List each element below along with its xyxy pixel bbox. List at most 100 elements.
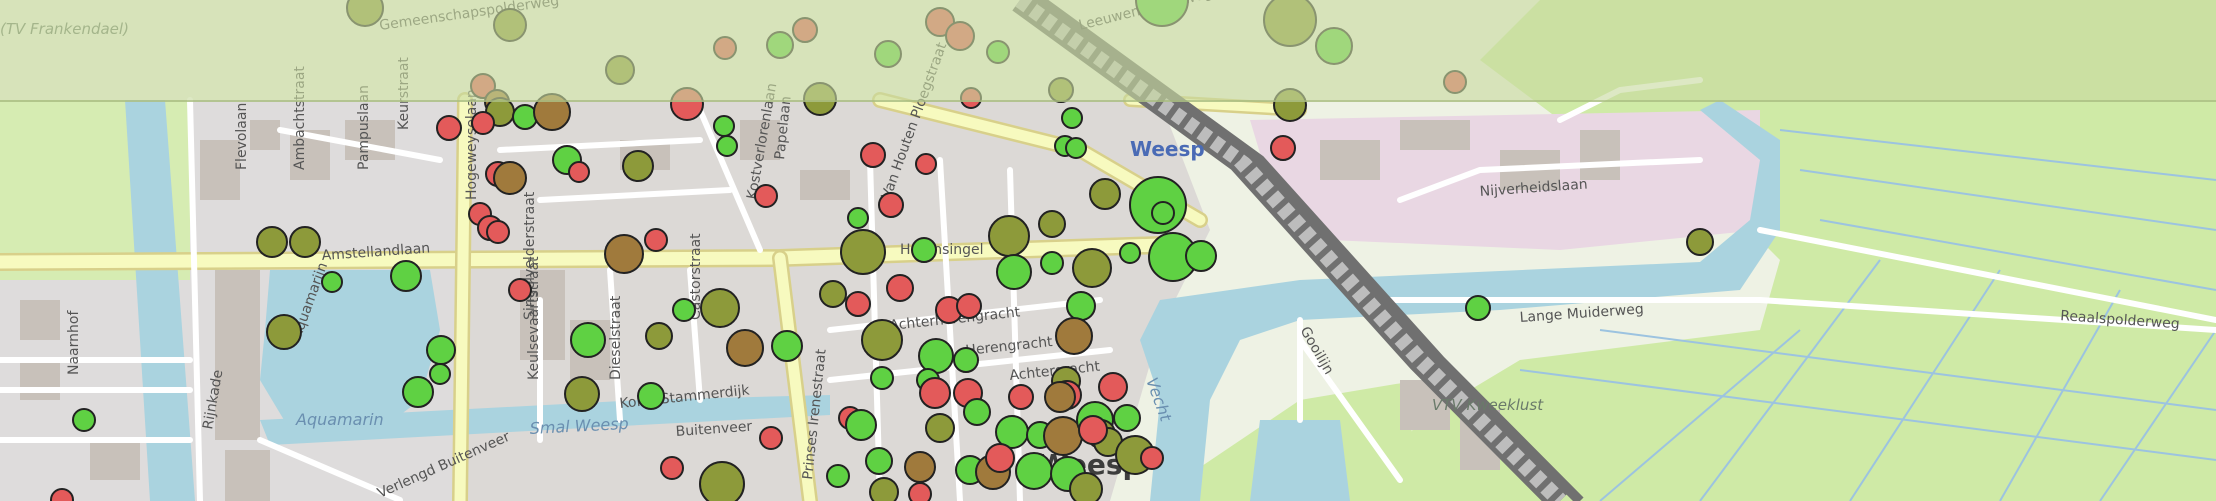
map-marker-green[interactable] [847, 207, 869, 229]
map-marker-red[interactable] [860, 142, 886, 168]
map-marker-olive[interactable] [988, 215, 1030, 257]
map-marker-green[interactable] [963, 398, 991, 426]
map-marker-green[interactable] [321, 271, 343, 293]
map-marker-green[interactable] [1015, 452, 1053, 490]
map-marker-green[interactable] [826, 464, 850, 488]
map-marker-olive[interactable] [605, 55, 635, 85]
map-marker-red[interactable] [508, 278, 532, 302]
map-marker-red[interactable] [670, 87, 704, 121]
map-marker-red[interactable] [759, 426, 783, 450]
map-marker-red[interactable] [486, 220, 510, 244]
map-marker-green[interactable] [1185, 240, 1217, 272]
map-marker-green[interactable] [953, 347, 979, 373]
map-marker-olive[interactable] [622, 150, 654, 182]
map-marker-green[interactable] [845, 409, 877, 441]
map-marker-olive[interactable] [925, 413, 955, 443]
map-marker-red[interactable] [915, 153, 937, 175]
map-marker-olive[interactable] [1072, 248, 1112, 288]
map-marker-red[interactable] [1140, 446, 1164, 470]
map-marker-red[interactable] [471, 111, 495, 135]
map-marker-brown[interactable] [604, 234, 644, 274]
map-marker-green[interactable] [1151, 201, 1175, 225]
map-marker-red[interactable] [1098, 372, 1128, 402]
map-marker-green[interactable] [911, 237, 937, 263]
map-marker-green[interactable] [870, 366, 894, 390]
map-marker-red[interactable] [754, 184, 778, 208]
map-marker-red[interactable] [50, 488, 74, 501]
map-marker-olive[interactable] [1069, 472, 1103, 501]
map-marker-green[interactable] [1113, 404, 1141, 432]
map-marker-green[interactable] [1040, 251, 1064, 275]
map-marker-green[interactable] [986, 40, 1010, 64]
map-marker-red[interactable] [956, 293, 982, 319]
map-marker-green[interactable] [72, 408, 96, 432]
map-marker-red[interactable] [985, 443, 1015, 473]
map-marker-olive[interactable] [700, 288, 740, 328]
map-marker-olive[interactable] [266, 314, 302, 350]
map-marker-red[interactable] [644, 228, 668, 252]
map-marker-green[interactable] [1119, 242, 1141, 264]
map-marker-olive[interactable] [289, 226, 321, 258]
map-marker-red[interactable] [960, 87, 982, 109]
map-marker-olive[interactable] [1038, 210, 1066, 238]
map-marker-green[interactable] [1315, 27, 1353, 65]
map-marker-red[interactable] [919, 377, 951, 409]
map-marker-red[interactable] [886, 274, 914, 302]
map-marker-red[interactable] [713, 36, 737, 60]
map-marker-olive[interactable] [1089, 178, 1121, 210]
map-marker-green[interactable] [1465, 295, 1491, 321]
map-marker-olive[interactable] [803, 82, 837, 116]
map-view[interactable]: (TV Frankendael) Gemeenschapspolderweg L… [0, 0, 2216, 501]
map-marker-olive[interactable] [861, 319, 903, 361]
map-marker-red[interactable] [1443, 70, 1467, 94]
map-marker-green[interactable] [402, 376, 434, 408]
map-marker-olive[interactable] [1263, 0, 1317, 47]
map-marker-olive[interactable] [1048, 77, 1074, 103]
map-marker-brown[interactable] [1044, 381, 1076, 413]
map-marker-brown[interactable] [533, 93, 571, 131]
map-marker-green[interactable] [1066, 291, 1096, 321]
map-marker-red[interactable] [568, 161, 590, 183]
map-canvas[interactable]: (TV Frankendael) Gemeenschapspolderweg L… [0, 0, 2216, 501]
map-marker-green[interactable] [918, 338, 954, 374]
map-marker-brown[interactable] [493, 161, 527, 195]
map-marker-green[interactable] [390, 260, 422, 292]
map-marker-red[interactable] [1078, 415, 1108, 445]
map-marker-red[interactable] [878, 192, 904, 218]
map-marker-olive[interactable] [493, 8, 527, 42]
map-marker-red[interactable] [436, 115, 462, 141]
map-marker-green[interactable] [865, 447, 893, 475]
map-marker-olive[interactable] [699, 461, 745, 501]
map-marker-green[interactable] [429, 363, 451, 385]
map-marker-olive[interactable] [346, 0, 384, 27]
map-marker-red[interactable] [1008, 384, 1034, 410]
map-marker-red[interactable] [945, 21, 975, 51]
map-marker-olive[interactable] [645, 322, 673, 350]
map-marker-brown[interactable] [1055, 317, 1093, 355]
map-marker-green[interactable] [996, 254, 1032, 290]
map-marker-olive[interactable] [256, 226, 288, 258]
map-marker-green[interactable] [713, 115, 735, 137]
map-marker-red[interactable] [792, 17, 818, 43]
map-marker-green[interactable] [716, 135, 738, 157]
map-marker-green[interactable] [426, 335, 456, 365]
map-marker-olive[interactable] [564, 376, 600, 412]
map-marker-green[interactable] [570, 322, 606, 358]
map-marker-green[interactable] [766, 31, 794, 59]
map-marker-brown[interactable] [726, 329, 764, 367]
map-marker-olive[interactable] [840, 229, 886, 275]
map-marker-green[interactable] [1065, 137, 1087, 159]
map-marker-olive[interactable] [819, 280, 847, 308]
map-marker-red[interactable] [845, 291, 871, 317]
map-marker-red[interactable] [1270, 135, 1296, 161]
map-marker-green[interactable] [637, 382, 665, 410]
map-marker-green[interactable] [672, 298, 696, 322]
map-marker-olive[interactable] [1273, 88, 1307, 122]
map-marker-olive[interactable] [1686, 228, 1714, 256]
map-marker-red[interactable] [660, 456, 684, 480]
map-marker-red[interactable] [908, 482, 932, 501]
map-marker-olive[interactable] [869, 477, 899, 501]
map-marker-green[interactable] [771, 330, 803, 362]
map-marker-green[interactable] [874, 40, 902, 68]
map-marker-brown[interactable] [904, 451, 936, 483]
